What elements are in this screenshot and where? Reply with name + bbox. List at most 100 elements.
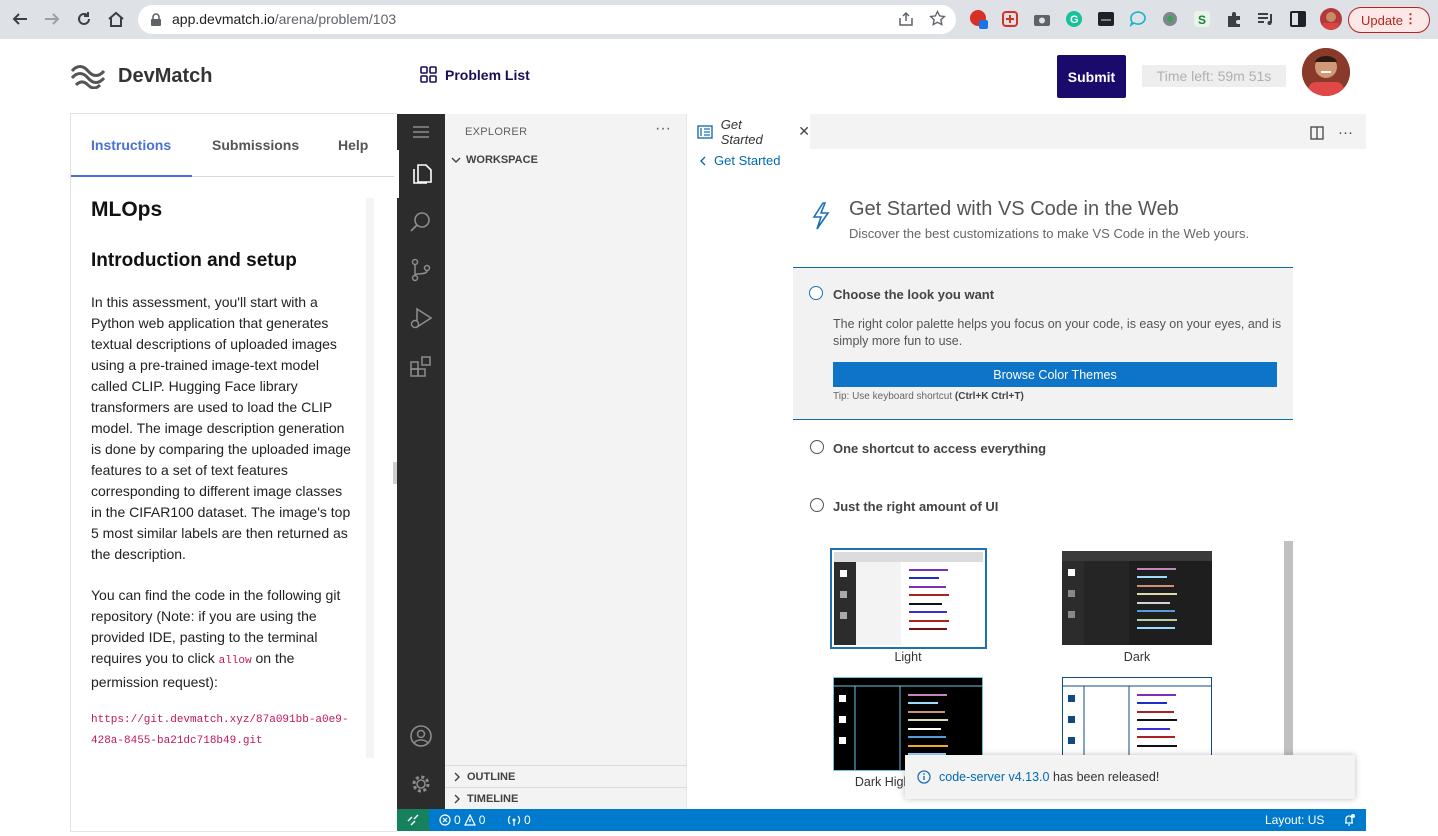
browse-color-themes-button[interactable]: Browse Color Themes bbox=[833, 362, 1277, 387]
kebab-menu-icon: ⋮ bbox=[1404, 11, 1417, 26]
forward-arrow-icon[interactable] bbox=[40, 7, 64, 31]
release-link[interactable]: code-server v4.13.0 bbox=[939, 770, 1049, 784]
chat-bubble-icon[interactable] bbox=[1128, 9, 1148, 29]
grid-icon bbox=[420, 66, 437, 83]
manage-gear-icon[interactable] bbox=[397, 760, 445, 808]
active-tab-indicator bbox=[71, 175, 192, 177]
browser-toolbar: app.devmatch.io/arena/problem/103 G S Up… bbox=[0, 0, 1438, 39]
notification-text: has been released! bbox=[1052, 770, 1160, 784]
run-debug-icon[interactable] bbox=[397, 294, 445, 342]
theme-dark-label: Dark bbox=[1123, 650, 1151, 664]
profile-avatar-icon[interactable] bbox=[1320, 8, 1342, 30]
bookmark-star-icon[interactable] bbox=[929, 10, 946, 27]
extension-s-icon[interactable]: S bbox=[1192, 9, 1212, 29]
more-actions-icon[interactable]: ··· bbox=[655, 120, 671, 138]
problem-list-link[interactable]: Problem List bbox=[420, 66, 530, 83]
timeline-section[interactable]: TIMELINE bbox=[445, 787, 687, 809]
chevron-right-icon bbox=[454, 772, 460, 781]
explorer-files-icon[interactable] bbox=[397, 150, 445, 198]
chevron-left-icon bbox=[700, 156, 706, 165]
status-bar: 0 0 0 Layout: US bbox=[397, 809, 1366, 831]
back-arrow-icon[interactable] bbox=[8, 7, 32, 31]
theme-dark-preview[interactable] bbox=[1062, 551, 1212, 645]
theme-light-label: Light bbox=[894, 650, 922, 664]
step-shortcut-title[interactable]: One shortcut to access everything bbox=[833, 441, 1046, 456]
step-radio[interactable] bbox=[810, 498, 824, 512]
gear-extension-icon[interactable] bbox=[1160, 9, 1180, 29]
share-icon[interactable] bbox=[898, 11, 914, 27]
intro-paragraph: In this assessment, you'll start with a … bbox=[91, 294, 351, 562]
step-title: Choose the look you want bbox=[833, 287, 995, 302]
repo-paragraph: You can find the code in the following g… bbox=[91, 587, 341, 690]
step-radio[interactable] bbox=[810, 440, 824, 454]
close-tab-icon[interactable]: ✕ bbox=[798, 123, 810, 140]
instructions-panel: Instructions Submissions Help MLOps Intr… bbox=[70, 113, 397, 832]
tab-submissions[interactable]: Submissions bbox=[212, 137, 299, 153]
problem-list-label: Problem List bbox=[445, 66, 530, 83]
outline-section[interactable]: OUTLINE bbox=[445, 765, 687, 787]
editor-scrollbar[interactable] bbox=[1284, 541, 1293, 789]
notifications-bell-icon[interactable] bbox=[1343, 813, 1355, 826]
problem-title: MLOps bbox=[91, 198, 163, 221]
lock-icon bbox=[150, 13, 162, 26]
brand-name: DevMatch bbox=[118, 64, 213, 87]
tab-help[interactable]: Help bbox=[338, 137, 368, 153]
devmatch-logo-icon bbox=[70, 65, 106, 89]
instructions-content: MLOps Introduction and setup In this ass… bbox=[91, 198, 353, 747]
lightning-icon bbox=[811, 202, 831, 230]
error-icon bbox=[439, 814, 451, 826]
menu-hamburger-icon[interactable] bbox=[397, 114, 445, 150]
svg-text:G: G bbox=[1070, 14, 1079, 26]
brand-logo[interactable]: DevMatch bbox=[70, 63, 212, 89]
split-editor-icon[interactable] bbox=[1310, 125, 1324, 140]
back-link[interactable]: Get Started bbox=[699, 153, 780, 168]
extensions-puzzle-icon[interactable] bbox=[1224, 9, 1244, 29]
user-avatar[interactable] bbox=[1302, 48, 1350, 96]
camera-icon[interactable] bbox=[1032, 9, 1052, 29]
chevron-down-icon bbox=[451, 157, 461, 163]
git-repo-url[interactable]: https://git.devmatch.xyz/87a091bb-a0e9-4… bbox=[91, 710, 353, 752]
remote-indicator-icon[interactable] bbox=[397, 809, 429, 831]
keyboard-layout-status[interactable]: Layout: US bbox=[1265, 813, 1324, 827]
side-panel-icon[interactable] bbox=[1288, 9, 1308, 29]
content-scrollbar[interactable] bbox=[366, 198, 374, 758]
tab-instructions[interactable]: Instructions bbox=[91, 137, 171, 153]
step-choose-look[interactable]: Choose the look you want The right color… bbox=[793, 267, 1293, 420]
section-heading: Introduction and setup bbox=[91, 250, 297, 271]
explorer-title: EXPLORER bbox=[465, 126, 528, 138]
more-actions-icon[interactable]: ··· bbox=[1338, 124, 1353, 141]
inline-code: allow bbox=[218, 655, 252, 667]
get-started-title: Get Started with VS Code in the Web bbox=[849, 198, 1179, 220]
svg-text:S: S bbox=[1198, 13, 1206, 27]
source-control-icon[interactable] bbox=[397, 246, 445, 294]
extensions-icon[interactable] bbox=[397, 342, 445, 390]
update-button[interactable]: Update ⋮ bbox=[1348, 7, 1430, 33]
extension-cross-icon[interactable] bbox=[1000, 9, 1020, 29]
extension-c-icon[interactable] bbox=[969, 9, 989, 29]
welcome-page-icon bbox=[697, 124, 713, 139]
home-icon[interactable] bbox=[104, 7, 128, 31]
address-bar[interactable]: app.devmatch.io/arena/problem/103 bbox=[138, 5, 956, 34]
url-text: app.devmatch.io/arena/problem/103 bbox=[172, 11, 397, 27]
step-description: The right color palette helps you focus … bbox=[833, 317, 1282, 348]
theme-light-preview[interactable] bbox=[830, 548, 987, 649]
search-icon[interactable] bbox=[397, 198, 445, 246]
explorer-sidebar: EXPLORER ··· WORKSPACE OUTLINE TIMELINE bbox=[445, 114, 687, 809]
step-ui-title[interactable]: Just the right amount of UI bbox=[833, 499, 998, 514]
ports-status[interactable]: 0 bbox=[507, 813, 531, 827]
notification-toast[interactable]: code-server v4.13.0 has been released! bbox=[905, 755, 1355, 799]
tab-get-started[interactable]: Get Started ✕ bbox=[687, 114, 810, 149]
problems-status[interactable]: 0 0 bbox=[439, 813, 485, 827]
submit-button[interactable]: Submit bbox=[1057, 55, 1126, 98]
editor-area: Get Started ✕ ··· Get Started Get Starte… bbox=[687, 114, 1366, 809]
time-left-indicator: Time left: 59m 51s bbox=[1142, 65, 1286, 87]
extension-dark-icon[interactable] bbox=[1096, 9, 1116, 29]
workspace-section[interactable]: WORKSPACE bbox=[451, 154, 538, 166]
broadcast-icon bbox=[507, 815, 521, 826]
grammarly-icon[interactable]: G bbox=[1064, 9, 1084, 29]
accounts-icon[interactable] bbox=[397, 712, 445, 760]
media-control-icon[interactable] bbox=[1256, 9, 1276, 29]
reload-icon[interactable] bbox=[72, 7, 96, 31]
step-radio[interactable] bbox=[809, 286, 823, 300]
chevron-right-icon bbox=[454, 794, 460, 803]
